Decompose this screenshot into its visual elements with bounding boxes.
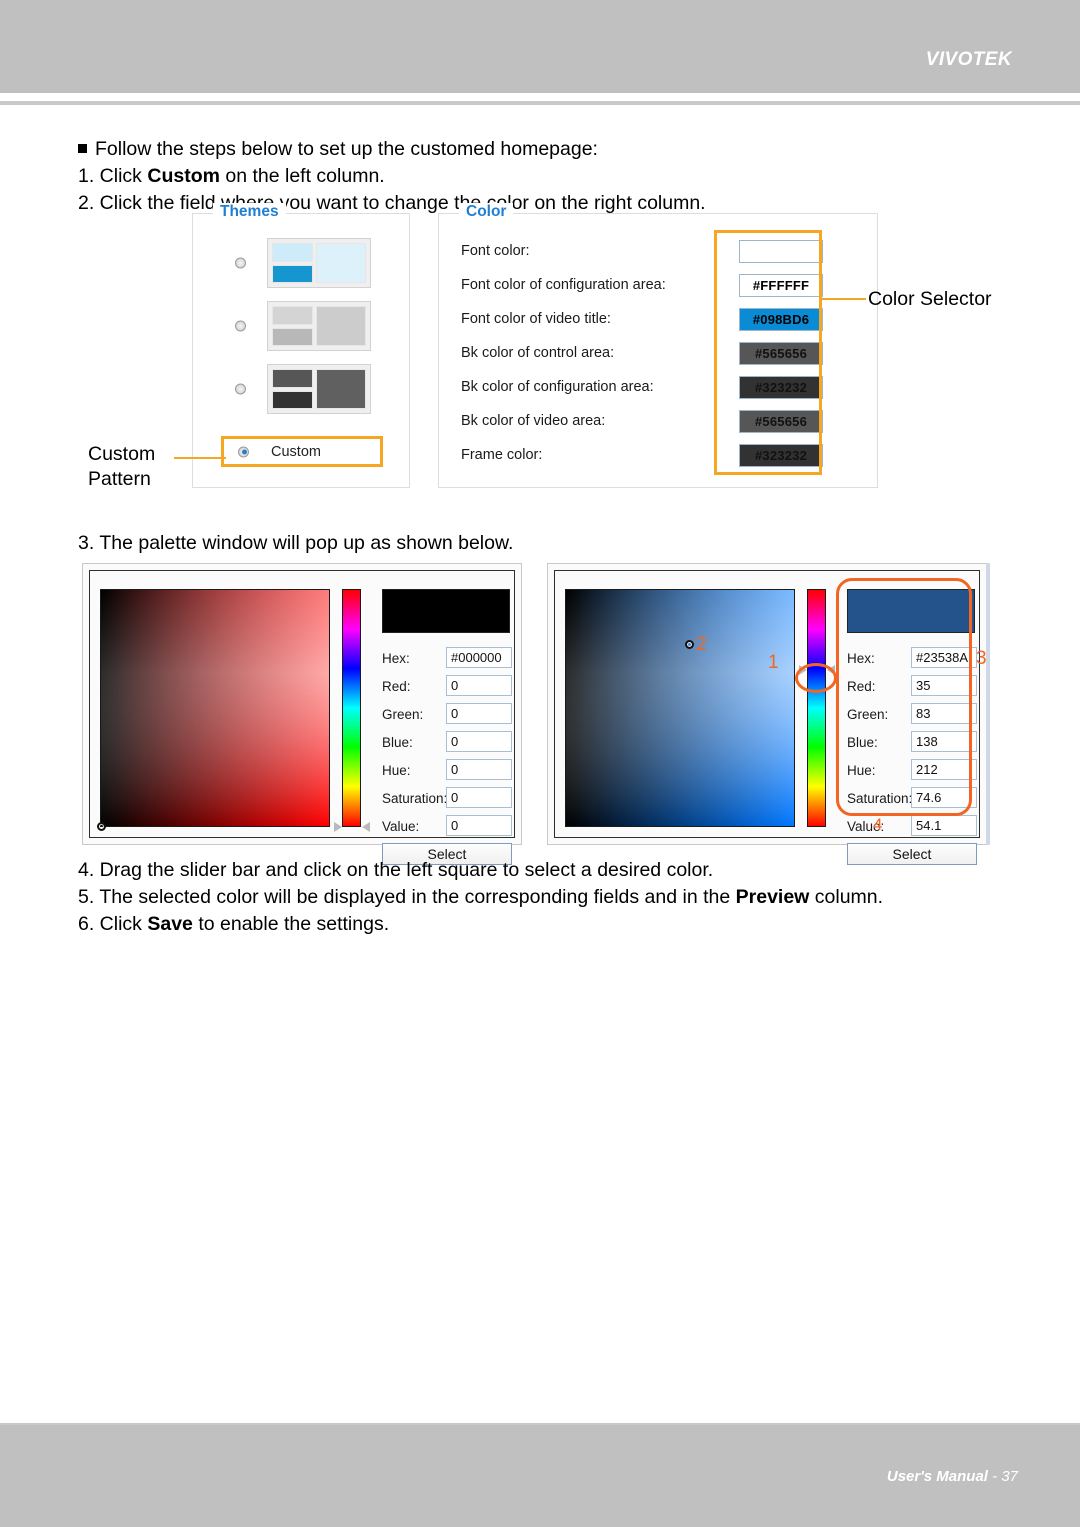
theme-thumbnail-3[interactable]: [267, 364, 371, 414]
steps-4-6-instructions: 4. Drag the slider bar and click on the …: [78, 857, 883, 938]
color-row-label: Font color:: [461, 243, 530, 259]
field-row-hex: Hex:: [382, 647, 410, 669]
value-input-left[interactable]: 0: [446, 815, 512, 836]
step-4-line: 4. Drag the slider bar and click on the …: [78, 859, 714, 881]
field-row-red: Red:: [382, 675, 411, 697]
step-1-line: 1. Click Custom on the left column.: [78, 165, 385, 187]
color-legend: Color: [459, 203, 514, 221]
field-label: Hex:: [382, 650, 410, 666]
saturation-value-square-right[interactable]: [565, 589, 795, 827]
brand-logo: VIVOTEK: [925, 49, 1012, 70]
step-3-line: 3. The palette window will pop up as sho…: [78, 532, 514, 554]
step-5-line: 5. The selected color will be displayed …: [78, 886, 884, 908]
field-label: Red:: [382, 678, 411, 694]
blue-input-left[interactable]: 0: [446, 731, 512, 752]
sv-cursor-icon[interactable]: [684, 639, 694, 649]
value-input-right[interactable]: 54.1: [911, 815, 977, 836]
theme-option-1[interactable]: [193, 232, 409, 294]
color-row-label: Bk color of configuration area:: [461, 379, 654, 395]
theme-cell-right: [316, 306, 366, 346]
theme-cell-bottom: [272, 390, 314, 409]
theme-thumbnail-2[interactable]: [267, 301, 371, 351]
annotation-number-1: 1: [768, 652, 779, 673]
saturation-value-square-left[interactable]: [96, 589, 330, 831]
annotation-number-2: 2: [696, 634, 707, 655]
palette-inner-frame: Hex: #000000 Red: 0 Green: 0 Blue: 0 Hue…: [89, 570, 515, 865]
theme-cell-right: [316, 369, 366, 409]
field-row-hue: Hue:: [382, 759, 411, 781]
page-header: [0, 0, 1080, 93]
green-input-left[interactable]: 0: [446, 703, 512, 724]
theme-cell-top: [272, 369, 314, 388]
hue-input-left[interactable]: 0: [446, 759, 512, 780]
red-input-left[interactable]: 0: [446, 675, 512, 696]
hue-slider-right[interactable]: [807, 589, 826, 827]
intro-line: Follow the steps below to set up the cus…: [78, 136, 706, 163]
field-label: Green:: [382, 706, 424, 722]
hue-handle-right-icon[interactable]: [362, 822, 370, 832]
color-row-label: Font color of configuration area:: [461, 277, 666, 293]
theme-cell-bottom: [272, 327, 314, 346]
saturation-input-left[interactable]: 0: [446, 787, 512, 808]
theme-option-3[interactable]: [193, 358, 409, 420]
callout-custom-pattern: Custom Pattern: [88, 443, 156, 490]
theme-radio-2[interactable]: [235, 320, 246, 332]
step-6-line: 6. Click Save to enable the settings.: [78, 913, 390, 935]
bullet-square-icon: [78, 144, 87, 153]
hex-input-left[interactable]: #000000: [446, 647, 512, 668]
field-label: Hue:: [382, 762, 411, 778]
theme-cell-right: [316, 243, 366, 283]
theme-thumbnail-1[interactable]: [267, 238, 371, 288]
hue-handle-left-icon[interactable]: [334, 822, 342, 832]
color-row-label: Bk color of video area:: [461, 413, 606, 429]
sv-gradient: [566, 590, 794, 826]
field-label: Blue:: [382, 734, 413, 750]
annotation-number-3: 3: [976, 648, 987, 669]
field-row-saturation: Saturation:: [382, 787, 447, 809]
field-row-blue: Blue:: [382, 731, 413, 753]
page-edge-strip: [986, 563, 990, 845]
preview-swatch-left: [382, 589, 510, 633]
callout-leader-line: [822, 298, 866, 300]
intro-text: Follow the steps below to set up the cus…: [95, 138, 598, 160]
field-label: Value:: [382, 818, 420, 834]
color-row-label: Font color of video title:: [461, 311, 611, 327]
theme-option-custom[interactable]: Custom: [221, 436, 383, 467]
sv-gradient: [101, 590, 329, 826]
intro-instructions: Follow the steps below to set up the cus…: [78, 136, 706, 217]
field-label: Saturation:: [382, 790, 448, 806]
theme-cell-top: [272, 243, 314, 262]
annotation-slider-ellipse: [795, 663, 837, 693]
theme-option-2[interactable]: [193, 295, 409, 357]
color-row-label: Frame color:: [461, 447, 543, 463]
color-row-label: Bk color of control area:: [461, 345, 615, 361]
annotation-number-4: 4: [873, 815, 883, 834]
sv-cursor-icon[interactable]: [96, 821, 106, 831]
annotation-fields-outline: [836, 578, 972, 816]
field-row-value: Value:: [382, 815, 419, 837]
theme-cell-top: [272, 306, 314, 325]
header-divider: [0, 101, 1080, 105]
callout-color-selector: Color Selector: [868, 288, 992, 310]
color-selector-highlight-box: [714, 230, 822, 475]
palette-window-before: Hex: #000000 Red: 0 Green: 0 Blue: 0 Hue…: [82, 563, 522, 865]
themes-legend: Themes: [213, 203, 286, 221]
footer-page-label: User's Manual - 37: [886, 1468, 1018, 1485]
field-row-green: Green:: [382, 703, 423, 725]
themes-panel: Themes Custom: [192, 203, 410, 488]
hue-slider-left[interactable]: [342, 589, 361, 827]
theme-cell-bottom: [272, 264, 314, 283]
custom-label: Custom: [271, 443, 321, 460]
custom-radio[interactable]: [238, 446, 249, 457]
callout-leader-line: [174, 457, 226, 459]
theme-radio-1[interactable]: [235, 257, 246, 269]
theme-radio-3[interactable]: [235, 383, 246, 395]
